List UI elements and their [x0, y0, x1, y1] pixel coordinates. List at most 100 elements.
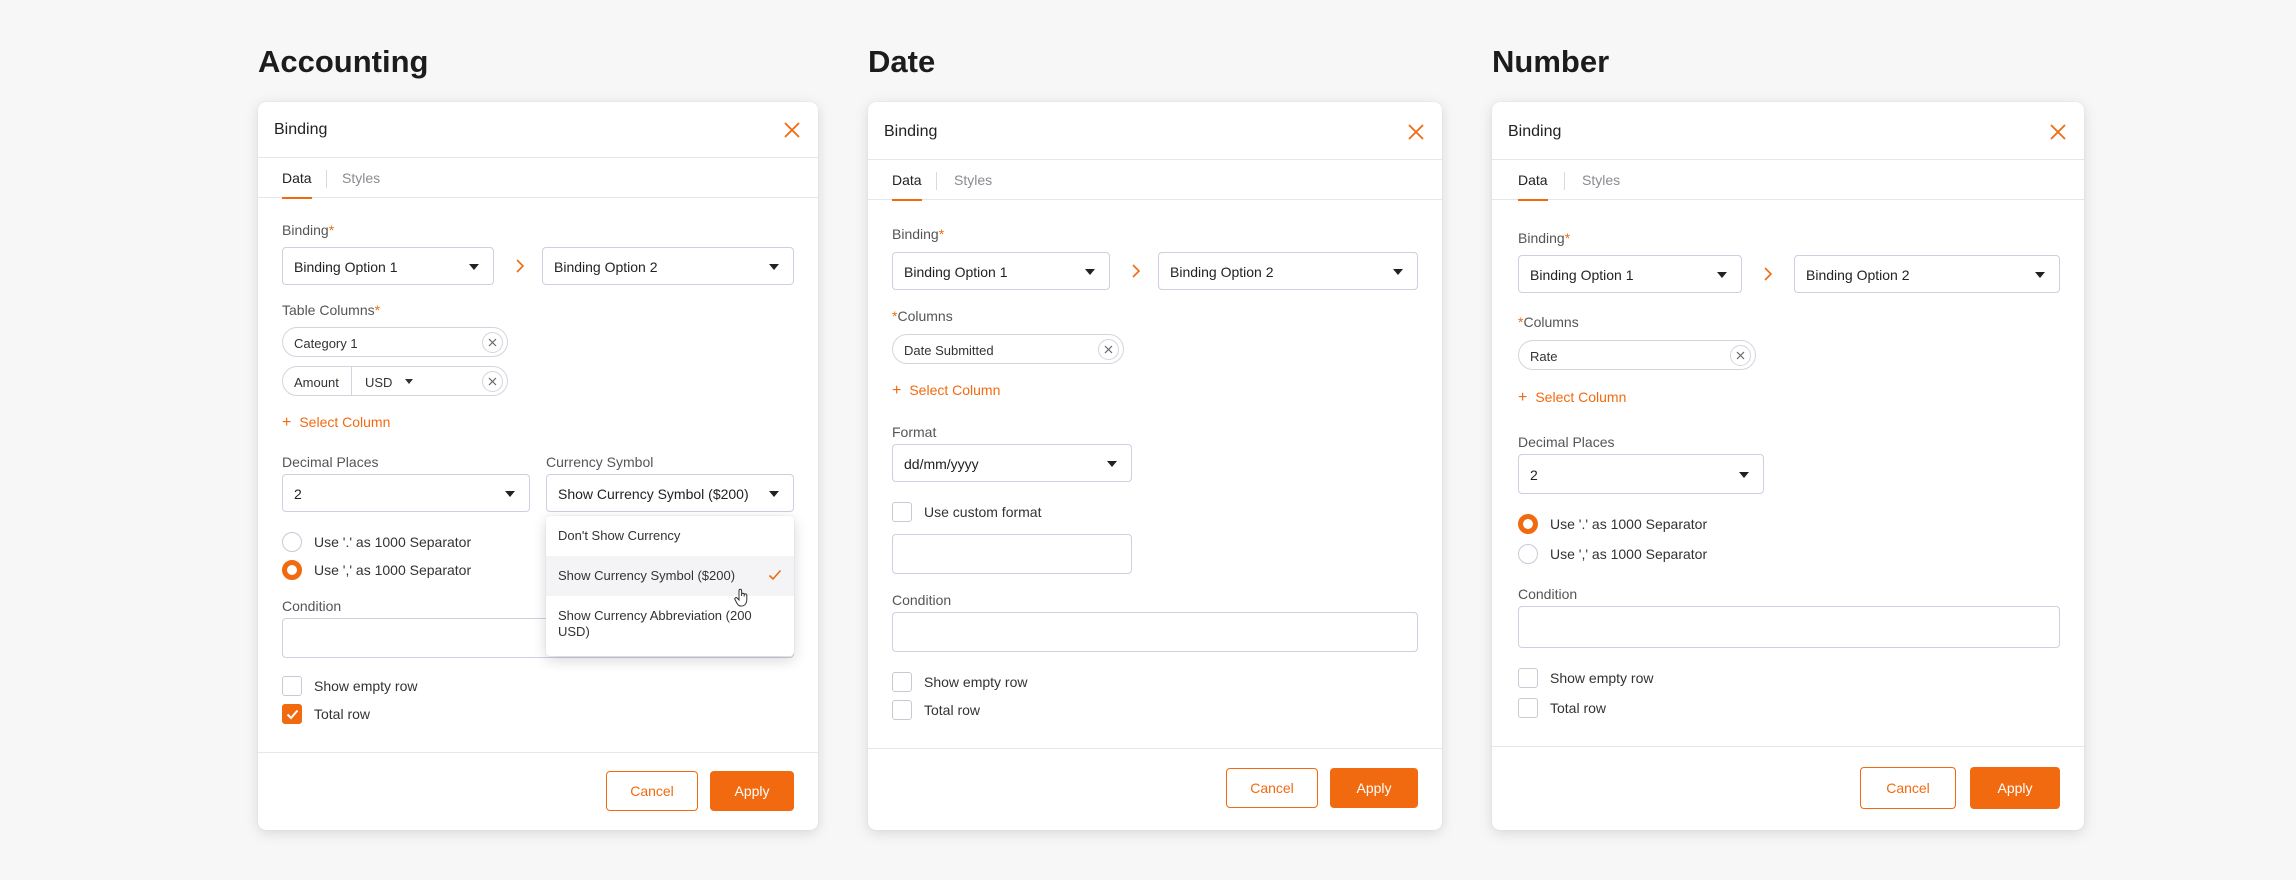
tab-data[interactable]: Data — [1518, 172, 1548, 201]
show-empty-row-checkbox[interactable] — [282, 676, 302, 696]
menu-item-dont-show-currency[interactable]: Don't Show Currency — [546, 516, 794, 556]
tab-data[interactable]: Data — [892, 172, 922, 201]
close-icon — [488, 377, 497, 386]
condition-input[interactable] — [892, 612, 1418, 652]
chip-label: Rate — [1530, 349, 1558, 364]
menu-item-label: Don't Show Currency — [558, 528, 681, 543]
close-icon — [2050, 124, 2066, 140]
total-row-checkbox[interactable] — [1518, 698, 1538, 718]
radio-separator-comma[interactable] — [282, 560, 302, 580]
apply-button[interactable]: Apply — [710, 771, 794, 811]
binding-select-1-value: Binding Option 1 — [1530, 267, 1634, 283]
show-empty-row-label: Show empty row — [924, 674, 1028, 690]
section-title-number: Number — [1492, 44, 1610, 79]
close-icon — [1104, 345, 1113, 354]
binding-select-2[interactable]: Binding Option 2 — [542, 247, 794, 285]
binding-label: Binding* — [1518, 230, 1571, 246]
section-title-accounting: Accounting — [258, 44, 429, 79]
tab-styles[interactable]: Styles — [1582, 172, 1620, 199]
total-row-label: Total row — [1550, 700, 1607, 716]
currency-symbol-value: Show Currency Symbol ($200) — [558, 486, 749, 502]
tab-styles[interactable]: Styles — [342, 170, 380, 197]
apply-button[interactable]: Apply — [1970, 767, 2060, 809]
column-chip-category: Category 1 — [282, 327, 508, 357]
decimal-places-value: 2 — [294, 486, 302, 502]
select-column-link[interactable]: + Select Column — [1518, 389, 1626, 407]
accounting-binding-dialog: Binding Data Styles Binding* Binding Opt… — [258, 102, 818, 830]
select-column-link[interactable]: + Select Column — [282, 414, 390, 432]
binding-select-1[interactable]: Binding Option 1 — [1518, 255, 1742, 293]
plus-icon: + — [282, 414, 292, 431]
select-column-link[interactable]: + Select Column — [892, 382, 1000, 400]
binding-select-2[interactable]: Binding Option 2 — [1794, 255, 2060, 293]
chevron-right-icon — [1132, 264, 1141, 278]
total-row-checkbox[interactable] — [282, 704, 302, 724]
radio-separator-comma[interactable] — [1518, 544, 1538, 564]
binding-select-2-value: Binding Option 2 — [1170, 264, 1274, 280]
cancel-button[interactable]: Cancel — [1860, 767, 1956, 809]
format-select[interactable]: dd/mm/yyyy — [892, 444, 1132, 482]
decimal-places-select[interactable]: 2 — [1518, 454, 1764, 494]
currency-symbol-select[interactable]: Show Currency Symbol ($200) — [546, 474, 794, 512]
tab-styles[interactable]: Styles — [954, 172, 992, 199]
chevron-right-icon — [1764, 267, 1773, 281]
close-button[interactable] — [1406, 122, 1426, 142]
apply-button[interactable]: Apply — [1330, 768, 1418, 808]
decimal-places-select[interactable]: 2 — [282, 474, 530, 512]
caret-down-icon — [769, 491, 779, 497]
binding-select-2-value: Binding Option 2 — [554, 259, 658, 275]
decimal-places-value: 2 — [1530, 467, 1538, 483]
condition-input[interactable] — [1518, 606, 2060, 648]
menu-item-label: Show Currency Abbreviation (200 USD) — [558, 608, 752, 639]
chip-label: Amount — [294, 375, 339, 390]
dialog-title: Binding — [884, 123, 938, 140]
column-chip-amount: Amount USD — [282, 366, 508, 396]
show-empty-row-checkbox[interactable] — [892, 672, 912, 692]
radio-separator-comma-label: Use ',' as 1000 Separator — [1550, 546, 1708, 562]
column-chip-date-submitted: Date Submitted — [892, 334, 1124, 364]
show-empty-row-label: Show empty row — [1550, 670, 1654, 686]
plus-icon: + — [1518, 389, 1528, 406]
binding-label: Binding* — [892, 226, 945, 242]
tab-bar: Data Styles — [868, 160, 1442, 201]
dialog-title: Binding — [1508, 123, 1562, 140]
radio-separator-dot[interactable] — [282, 532, 302, 552]
cancel-button[interactable]: Cancel — [1226, 768, 1318, 808]
close-icon — [1408, 124, 1424, 140]
tab-data[interactable]: Data — [282, 170, 312, 199]
custom-format-label: Use custom format — [924, 504, 1042, 520]
condition-label: Condition — [892, 592, 952, 608]
custom-format-checkbox[interactable] — [892, 502, 912, 522]
radio-separator-dot[interactable] — [1518, 514, 1538, 534]
show-empty-row-checkbox[interactable] — [1518, 668, 1538, 688]
tab-divider — [326, 170, 327, 188]
binding-select-2[interactable]: Binding Option 2 — [1158, 252, 1418, 290]
binding-select-1[interactable]: Binding Option 1 — [282, 247, 494, 285]
close-button[interactable] — [782, 120, 802, 140]
remove-chip-button[interactable] — [1098, 339, 1119, 360]
radio-separator-dot-label: Use '.' as 1000 Separator — [314, 534, 472, 550]
remove-chip-button[interactable] — [482, 332, 503, 353]
footer-divider — [1492, 746, 2084, 747]
number-binding-dialog: Binding Data Styles Binding* Binding Opt… — [1492, 102, 2084, 830]
column-chip-rate: Rate — [1518, 340, 1756, 370]
custom-format-input[interactable] — [892, 534, 1132, 574]
condition-label: Condition — [1518, 586, 1578, 602]
columns-label: *Columns — [892, 308, 953, 324]
chip-currency-select[interactable]: USD — [365, 375, 392, 390]
close-icon — [1736, 351, 1745, 360]
close-button[interactable] — [2048, 122, 2068, 142]
total-row-checkbox[interactable] — [892, 700, 912, 720]
menu-item-show-currency-abbreviation[interactable]: Show Currency Abbreviation (200 USD) — [546, 596, 794, 656]
cancel-button[interactable]: Cancel — [606, 771, 698, 811]
caret-down-icon — [405, 379, 413, 384]
tab-divider — [936, 172, 937, 190]
menu-item-show-currency-symbol[interactable]: Show Currency Symbol ($200) — [546, 556, 794, 596]
dialog-header: Binding — [258, 102, 818, 158]
chevron-right-icon — [516, 259, 525, 273]
binding-select-1[interactable]: Binding Option 1 — [892, 252, 1110, 290]
caret-down-icon — [1085, 269, 1095, 275]
remove-chip-button[interactable] — [482, 371, 503, 392]
format-label: Format — [892, 424, 937, 440]
remove-chip-button[interactable] — [1730, 345, 1751, 366]
